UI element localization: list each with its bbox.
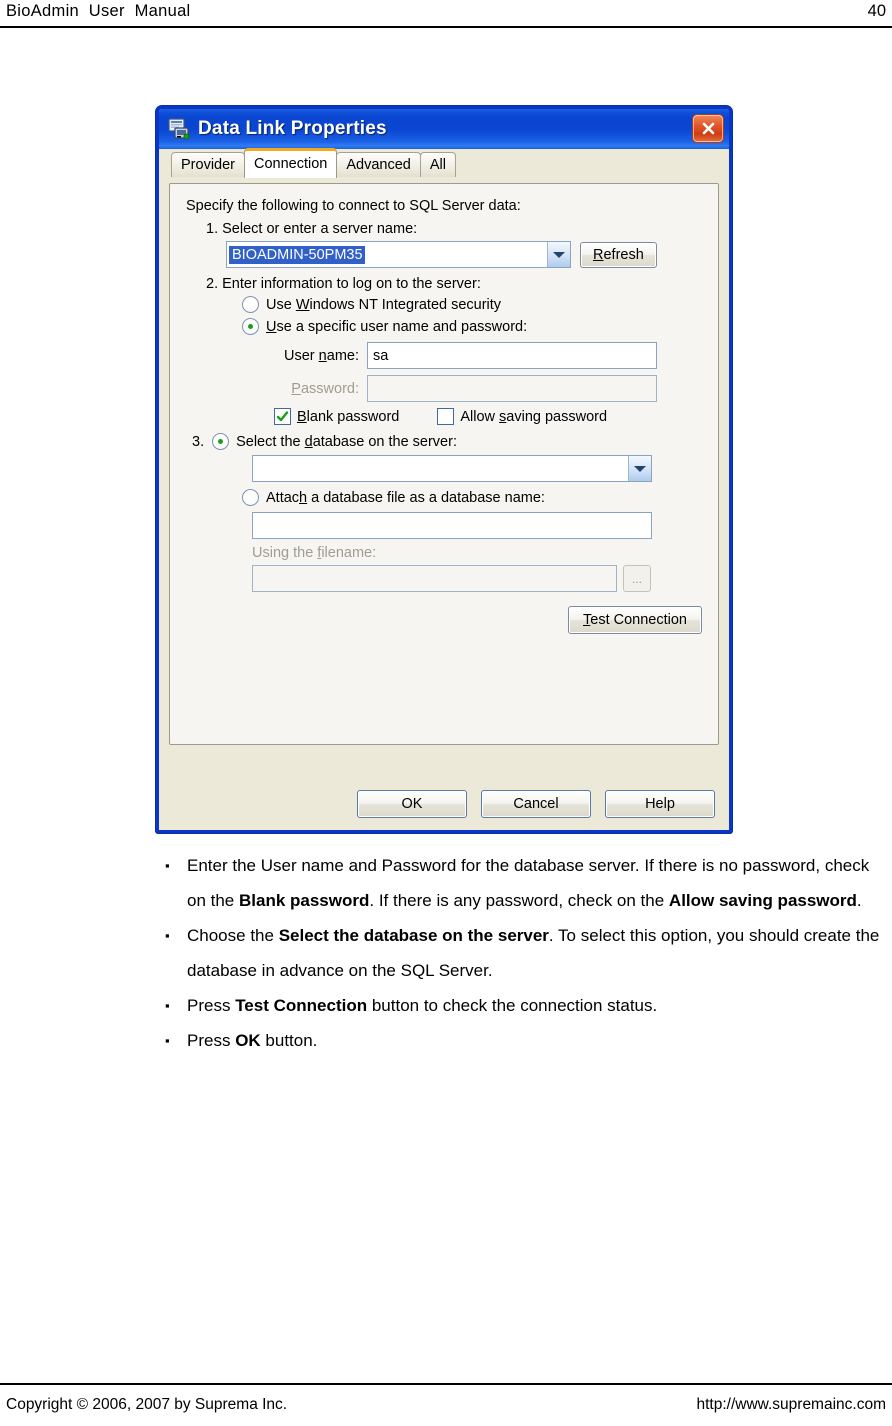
tab-connection[interactable]: Connection (244, 148, 338, 178)
radio-windows-auth[interactable] (242, 296, 259, 313)
panel-intro-text: Specify the following to connect to SQL … (186, 198, 521, 214)
radio-select-database-label: Select the database on the server: (236, 433, 457, 450)
copyright-text: Copyright © 2006, 2007 by Suprema Inc. (6, 1396, 288, 1413)
bullet-icon: ▪ (165, 858, 170, 873)
website-url: http://www.supremainc.com (696, 1396, 886, 1413)
step2-label: 2. Enter information to log on to the se… (206, 276, 481, 292)
dialog-button-bar: OK Cancel Help (159, 784, 729, 824)
dialog-titlebar: Data Link Properties (159, 109, 729, 149)
list-item-text: Choose the Select the database on the se… (187, 926, 880, 980)
close-icon[interactable] (692, 114, 724, 143)
radio-windows-auth-label: Use Windows NT Integrated security (266, 296, 502, 313)
radio-specific-user-label: Use a specific user name and password: (266, 318, 528, 335)
data-link-properties-dialog: Data Link Properties Provider Connection… (156, 106, 732, 833)
data-link-icon (167, 117, 191, 141)
list-item-text: Press OK button. (187, 1031, 318, 1050)
list-item-text: Press Test Connection button to check th… (187, 996, 658, 1015)
bullet-icon: ▪ (165, 928, 170, 943)
blank-password-label: Blank password (297, 408, 400, 425)
radio-select-database[interactable] (212, 433, 230, 450)
page-number: 40 (867, 2, 886, 20)
page-footer: Copyright © 2006, 2007 by Suprema Inc. h… (0, 1390, 892, 1420)
instruction-list: ▪ Enter the User name and Password for t… (165, 848, 885, 1058)
server-name-value: BIOADMIN-50PM35 (229, 245, 365, 264)
filename-field[interactable] (252, 565, 617, 592)
allow-saving-password-checkbox[interactable] (437, 408, 455, 425)
dialog-tabs: Provider Connection Advanced All (159, 148, 729, 178)
radio-specific-user[interactable] (242, 318, 259, 335)
list-item: ▪ Press OK button. (165, 1023, 885, 1058)
server-name-combo[interactable]: BIOADMIN-50PM35 (226, 241, 571, 268)
browse-button[interactable]: ... (623, 565, 651, 592)
bullet-icon: ▪ (165, 1033, 170, 1048)
tab-advanced[interactable]: Advanced (336, 152, 421, 177)
chevron-down-icon[interactable] (547, 242, 570, 267)
step3-number: 3. (192, 433, 205, 450)
using-filename-label: Using the filename: (252, 545, 377, 561)
help-button[interactable]: Help (605, 790, 715, 818)
dialog-title: Data Link Properties (198, 118, 387, 139)
bullet-icon: ▪ (165, 998, 170, 1013)
database-combo[interactable] (252, 455, 652, 482)
user-name-label: User name: (284, 347, 359, 364)
allow-saving-password-label: Allow saving password (460, 408, 608, 425)
header-divider (0, 26, 892, 28)
list-item: ▪ Press Test Connection button to check … (165, 988, 885, 1023)
blank-password-checkbox[interactable] (274, 408, 291, 425)
radio-attach-database-label: Attach a database file as a database nam… (266, 489, 545, 506)
refresh-button[interactable]: Refresh (580, 241, 657, 268)
list-item: ▪ Enter the User name and Password for t… (165, 848, 885, 918)
ok-button[interactable]: OK (357, 790, 467, 818)
page-header-title: BioAdmin User Manual (6, 2, 191, 20)
user-name-field[interactable]: sa (367, 342, 657, 369)
list-item: ▪ Choose the Select the database on the … (165, 918, 885, 988)
password-field[interactable] (367, 375, 657, 402)
user-name-value: sa (373, 347, 389, 364)
tab-provider[interactable]: Provider (171, 152, 245, 177)
test-connection-button[interactable]: Test Connection (568, 606, 702, 634)
page-header: BioAdmin User Manual 40 (0, 0, 892, 28)
list-item-text: Enter the User name and Password for the… (187, 856, 870, 910)
tab-all[interactable]: All (419, 152, 456, 177)
connection-tab-panel: Specify the following to connect to SQL … (169, 183, 719, 745)
chevron-down-icon[interactable] (628, 456, 651, 481)
radio-attach-database[interactable] (242, 489, 259, 506)
attach-database-field[interactable] (252, 512, 652, 539)
cancel-button[interactable]: Cancel (481, 790, 591, 818)
password-label: Password: (291, 380, 359, 397)
footer-divider (0, 1383, 892, 1385)
step1-label: 1. Select or enter a server name: (206, 221, 418, 237)
